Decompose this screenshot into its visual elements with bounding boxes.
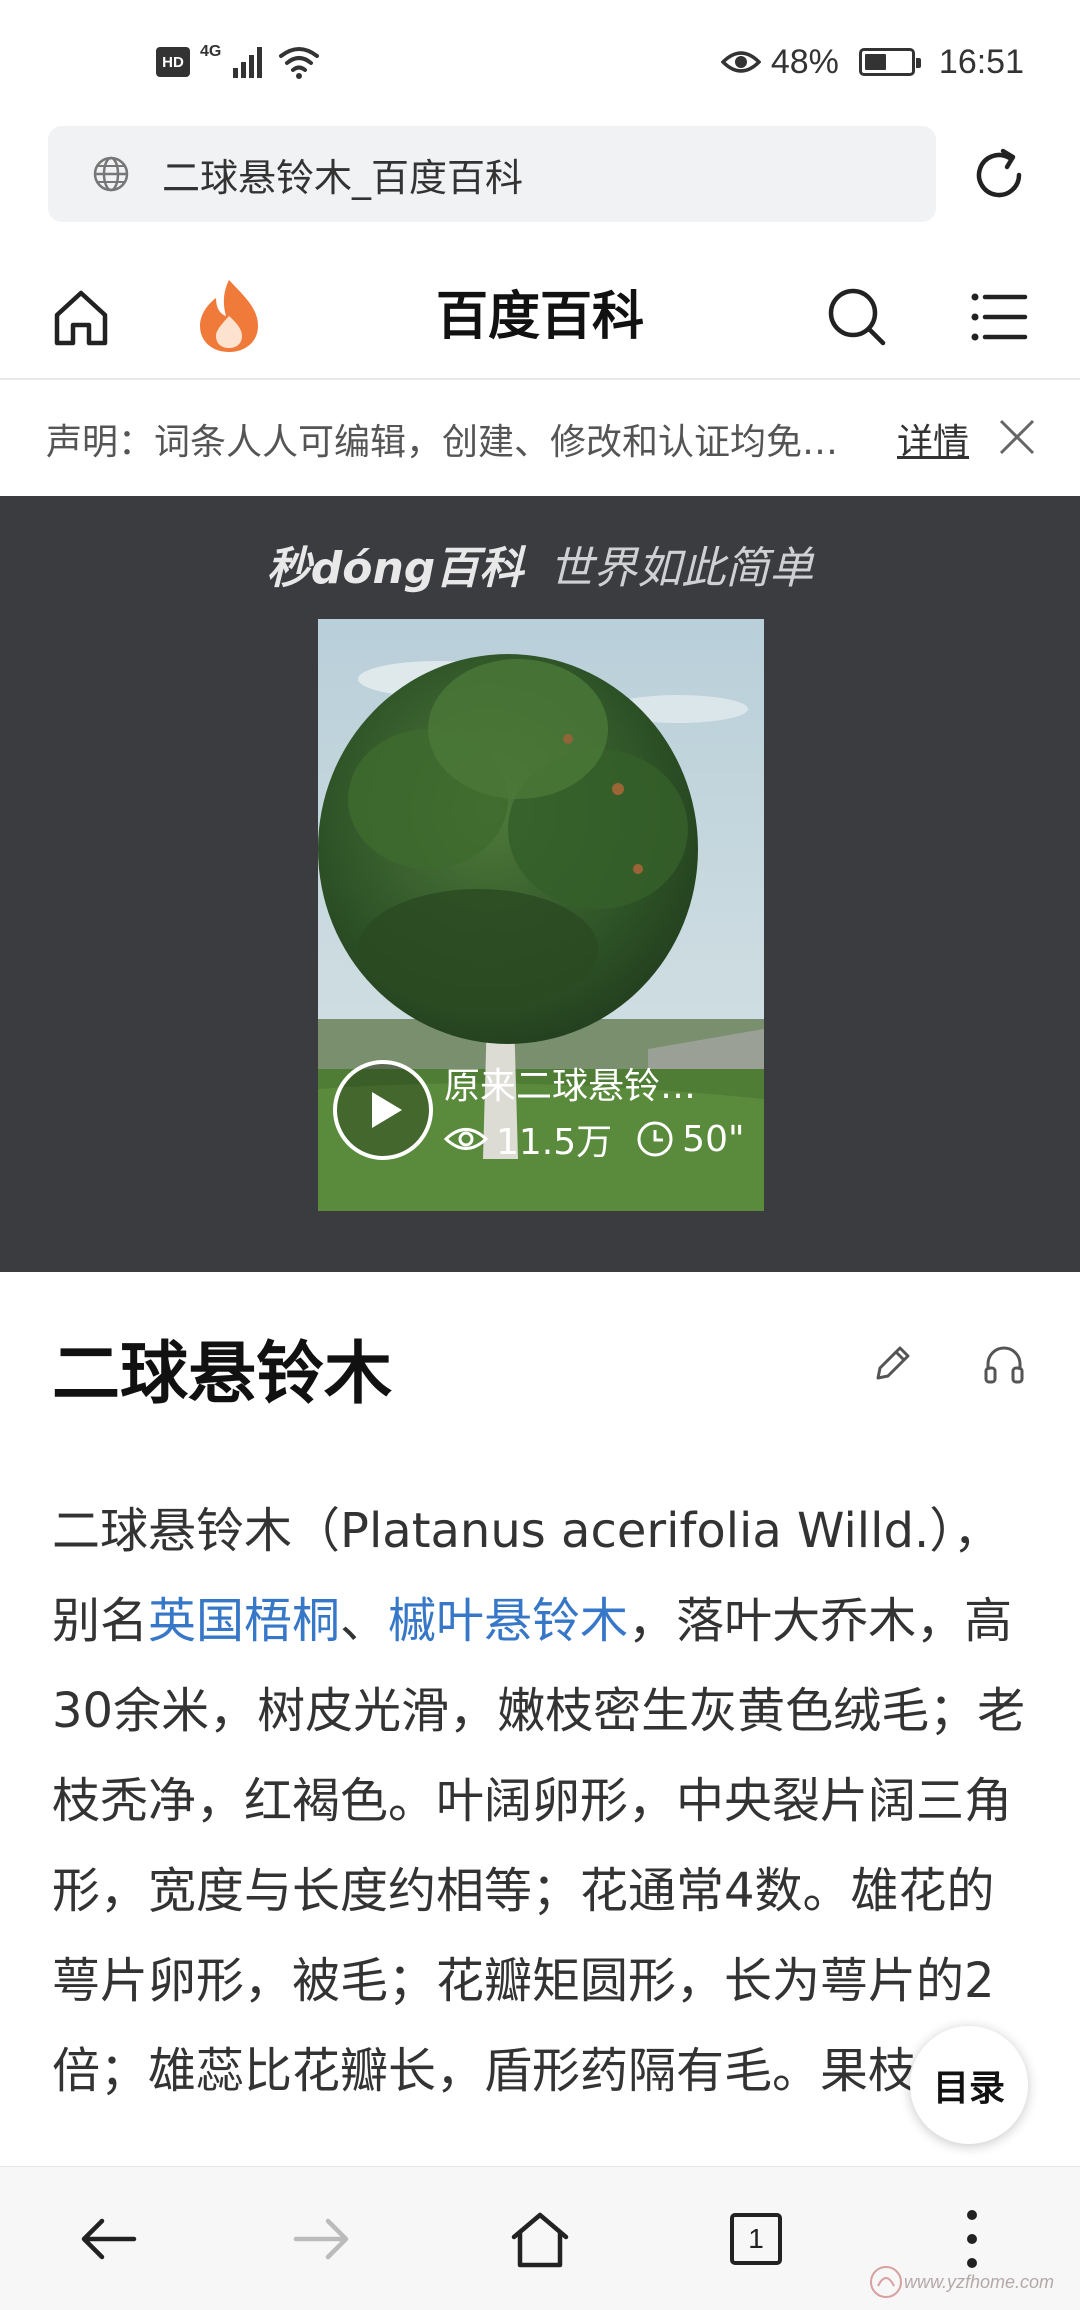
alias-link-maple-leaf-plane[interactable]: 槭叶悬铃木 [388,1593,628,1649]
status-left: HD 4G [156,40,321,84]
close-notice-button[interactable] [992,412,1042,462]
article-title: 二球悬铃木 [52,1335,393,1414]
eye-comfort-icon [720,51,761,73]
network-label: 4G [200,43,222,60]
battery-fill [864,54,886,70]
hot-button[interactable] [192,276,266,356]
hd-badge: HD [156,47,190,77]
alias-link-english-plane[interactable]: 英国梧桐 [148,1593,340,1649]
table-of-contents-button[interactable]: 目录 [910,2026,1028,2144]
listen-button[interactable] [976,1336,1032,1392]
site-header: 百度百科 [0,250,1080,380]
clock: 16:51 [938,42,1024,81]
tabs-button[interactable]: 1 [716,2199,796,2279]
edit-button[interactable] [864,1336,920,1392]
watermark-text: www.yzfhome.com [904,2271,1055,2292]
video-section: 秒dóng百科 世界如此简单 原来二球悬铃… 11.5万 50" [0,496,1080,1272]
status-bar: HD 4G 48% 16:51 [0,0,1080,120]
video-views: 11.5万 [496,1122,613,1163]
browser-home-button[interactable] [500,2199,580,2279]
brand-slogan: 世界如此简单 [549,543,814,594]
disclaimer-details-link[interactable]: 详情 [897,413,969,465]
reload-button[interactable] [964,140,1034,210]
video-duration: 50" [682,1118,745,1160]
summary-text-rest: ，落叶大乔木，高30余米，树皮光滑，嫩枝密生灰黄色绒毛；老枝秃净，红褐色。叶阔卵… [52,1593,1026,2099]
brand-logo: 秒dóng百科 [266,543,524,594]
status-right: 48% 16:51 [720,36,1024,88]
search-button[interactable] [820,280,894,354]
address-bar[interactable]: 二球悬铃木_百度百科 [48,126,936,222]
battery-icon [858,48,921,76]
globe-icon [90,153,132,195]
site-title: 百度百科 [435,287,644,347]
address-text: 二球悬铃木_百度百科 [162,155,524,200]
disclaimer-text: 声明：词条人人可编辑，创建、修改和认证均免… [46,422,839,463]
forward-arrow-icon [293,2218,349,2260]
menu-icon [971,293,1028,341]
video-brand: 秒dóng百科 世界如此简单 [0,532,1080,596]
video-title: 原来二球悬铃… [444,1066,697,1107]
views-eye-icon [444,1128,488,1150]
article-summary: 二球悬铃木（Platanus acerifolia Willd.），别名英国梧桐… [52,1486,1032,2116]
back-button[interactable] [68,2199,148,2279]
watermark-logo-icon [870,2266,902,2298]
battery-percent: 48% [770,42,839,81]
clock-icon [637,1121,673,1157]
alias-separator: 、 [340,1593,389,1649]
menu-button[interactable] [962,280,1036,354]
reload-icon [976,148,1022,198]
video-thumbnail[interactable]: 原来二球悬铃… 11.5万 50" [318,619,764,1211]
watermark: www.yzfhome.com [868,2264,1054,2300]
headphones-icon [984,1346,1024,1384]
home-button[interactable] [44,280,118,354]
more-vertical-icon [967,2210,977,2268]
search-icon [828,288,886,346]
video-meta: 11.5万 50" [444,1113,745,1165]
home-icon [511,2212,569,2268]
flame-icon [200,280,258,352]
back-arrow-icon [81,2218,137,2260]
tab-count: 1 [748,2223,764,2254]
wifi-icon [279,47,320,79]
close-icon [999,419,1035,455]
forward-button[interactable] [282,2199,362,2279]
home-icon [54,290,108,346]
signal-icon [233,47,263,78]
pencil-icon [876,1346,910,1380]
disclaimer-notice: 声明：词条人人可编辑，创建、修改和认证均免… 详情 [0,382,1080,496]
play-button[interactable] [332,1059,434,1161]
